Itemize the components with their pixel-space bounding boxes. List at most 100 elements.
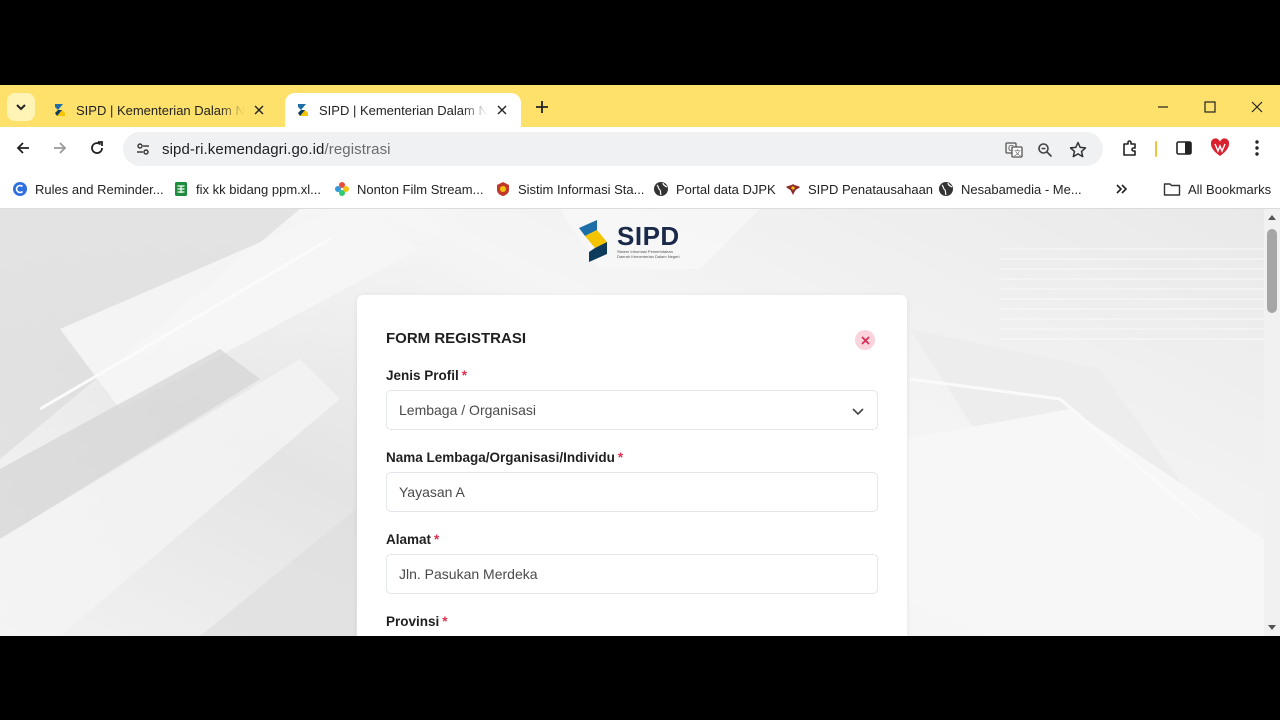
double-chevron-right-icon [1116,184,1128,194]
forward-button[interactable] [46,134,74,162]
label-provinsi: Provinsi * [386,614,448,629]
site-settings-icon[interactable] [133,139,153,159]
arrow-left-icon [16,142,29,154]
eagle-icon [785,181,801,197]
new-tab-button[interactable] [530,95,554,119]
scroll-up-arrow[interactable] [1268,215,1276,220]
form-close-button[interactable] [855,330,875,350]
maximize-icon [1204,101,1216,113]
bookmark-label: Rules and Reminder... [35,181,164,197]
tab-close-button[interactable] [493,101,511,119]
arrow-right-icon [54,142,67,154]
side-panel-button[interactable] [1170,134,1198,162]
bookmark-item[interactable]: SIPD Penatausahaan [785,179,933,199]
scroll-down-arrow[interactable] [1268,625,1276,630]
sipd-favicon-icon [55,104,65,116]
reload-button[interactable] [83,134,111,162]
label-alamat: Alamat * [386,532,440,547]
svg-text:文: 文 [1014,148,1021,157]
bookmark-label: Nesabamedia - Me... [961,181,1082,197]
kebab-menu-icon [1255,140,1259,156]
bookmark-label: Portal data DJPK [676,181,776,197]
tab-search-button[interactable] [7,93,35,121]
url-path: /registrasi [324,140,391,158]
scroll-thumb[interactable] [1267,229,1277,313]
browser-window: SIPD | Kementerian Dalam Negeri SIPD | K… [0,85,1280,636]
tab-sipd-1[interactable]: SIPD | Kementerian Dalam Negeri [42,93,278,127]
close-icon [1251,101,1263,113]
zoom-icon[interactable] [1034,139,1056,161]
tab-close-button[interactable] [250,101,268,119]
close-icon [860,335,870,345]
all-bookmarks-button[interactable]: All Bookmarks [1163,179,1271,199]
minimize-icon [1158,106,1168,108]
bookmark-item[interactable]: Portal data DJPK [653,179,776,199]
tab-title: SIPD | Kementerian Dalam Negeri [76,102,244,118]
side-panel-icon [1176,141,1192,155]
profile-avatar[interactable] [1206,134,1234,162]
bookmark-item[interactable]: Nonton Film Stream... [334,179,483,199]
folder-icon [1163,181,1181,197]
bookmark-label: SIPD Penatausahaan [808,181,934,197]
back-button[interactable] [9,134,37,162]
plus-icon [536,101,548,113]
nama-lembaga-input[interactable]: Yayasan A [386,472,878,512]
close-icon [254,105,264,115]
maximize-button[interactable] [1196,93,1224,121]
bookmark-label: fix kk bidang ppm.xl... [196,181,321,197]
alamat-input[interactable]: Jln. Pasukan Merdeka [386,554,878,594]
puzzle-icon [1123,140,1136,156]
sipd-logo: SIPD Sistem Informasi Pemerintahan Daera… [577,219,689,263]
letterbox-top [0,0,1280,85]
bookmarks-bar: Rules and Reminder... fix kk bidang ppm.… [0,169,1280,209]
more-bookmarks-button[interactable] [1115,179,1129,199]
bookmark-label: Sistim Informasi Sta... [518,181,645,197]
flower-icon [334,181,350,197]
bookmark-item[interactable]: Rules and Reminder... [12,179,164,199]
blue-circle-icon [12,181,28,197]
window-close-button[interactable] [1243,93,1271,121]
address-bar[interactable]: sipd-ri.kemendagri.go.id/registrasi G文 [123,132,1103,166]
globe-icon [653,181,669,197]
url-host: sipd-ri.kemendagri.go.id [162,140,325,158]
reload-icon [91,141,103,154]
bookmark-item[interactable]: fix kk bidang ppm.xl... [173,179,321,199]
sipd-logo-mark [579,220,607,262]
tab-title: SIPD | Kementerian Dalam Negeri [319,102,487,118]
tab-strip: SIPD | Kementerian Dalam Negeri SIPD | K… [0,85,1280,127]
label-nama-lembaga: Nama Lembaga/Organisasi/Individu * [386,450,624,465]
tab-sipd-2[interactable]: SIPD | Kementerian Dalam Negeri [285,93,521,127]
minimize-button[interactable] [1149,93,1177,121]
extensions-button[interactable] [1116,134,1144,162]
sheets-icon [173,181,189,197]
bookmark-item[interactable]: Sistim Informasi Sta... [495,179,644,199]
toolbar: sipd-ri.kemendagri.go.id/registrasi G文 [0,127,1280,169]
label-jenis-profil: Jenis Profil * [386,368,468,383]
form-title: FORM REGISTRASI [386,330,527,347]
close-icon [497,105,507,115]
bookmark-star-icon[interactable] [1067,139,1089,161]
toolbar-separator [1155,141,1157,157]
jenis-profil-select[interactable]: Lembaga / Organisasi [386,390,878,430]
bookmark-item[interactable]: Nesabamedia - Me... [938,179,1082,199]
chevron-down-icon [852,408,864,416]
alamat-value: Jln. Pasukan Merdeka [399,566,538,582]
logo-brand: SIPD [617,221,680,251]
bookmark-label: Nonton Film Stream... [357,181,484,197]
registration-form-card: FORM REGISTRASI Jenis Profil * Lembaga / … [357,295,907,636]
all-bookmarks-label: All Bookmarks [1188,181,1272,197]
jenis-profil-value: Lembaga / Organisasi [399,402,536,418]
page-content: SIPD Sistem Informasi Pemerintahan Daera… [0,209,1264,636]
sipd-favicon-icon [298,104,308,116]
menu-button[interactable] [1243,134,1271,162]
globe-icon [938,181,954,197]
nama-lembaga-value: Yayasan A [399,484,465,500]
url-text: sipd-ri.kemendagri.go.id/registrasi [162,141,391,158]
red-heart-avatar-icon [1210,138,1230,156]
letterbox-bottom [0,636,1280,720]
page-scrollbar[interactable] [1264,209,1280,636]
emblem-icon [495,181,511,197]
translate-icon[interactable]: G文 [1003,139,1025,161]
chevron-down-icon [16,104,26,111]
logo-tagline: Sistem Informasi Pemerintahan Daerah Kem… [617,249,680,259]
